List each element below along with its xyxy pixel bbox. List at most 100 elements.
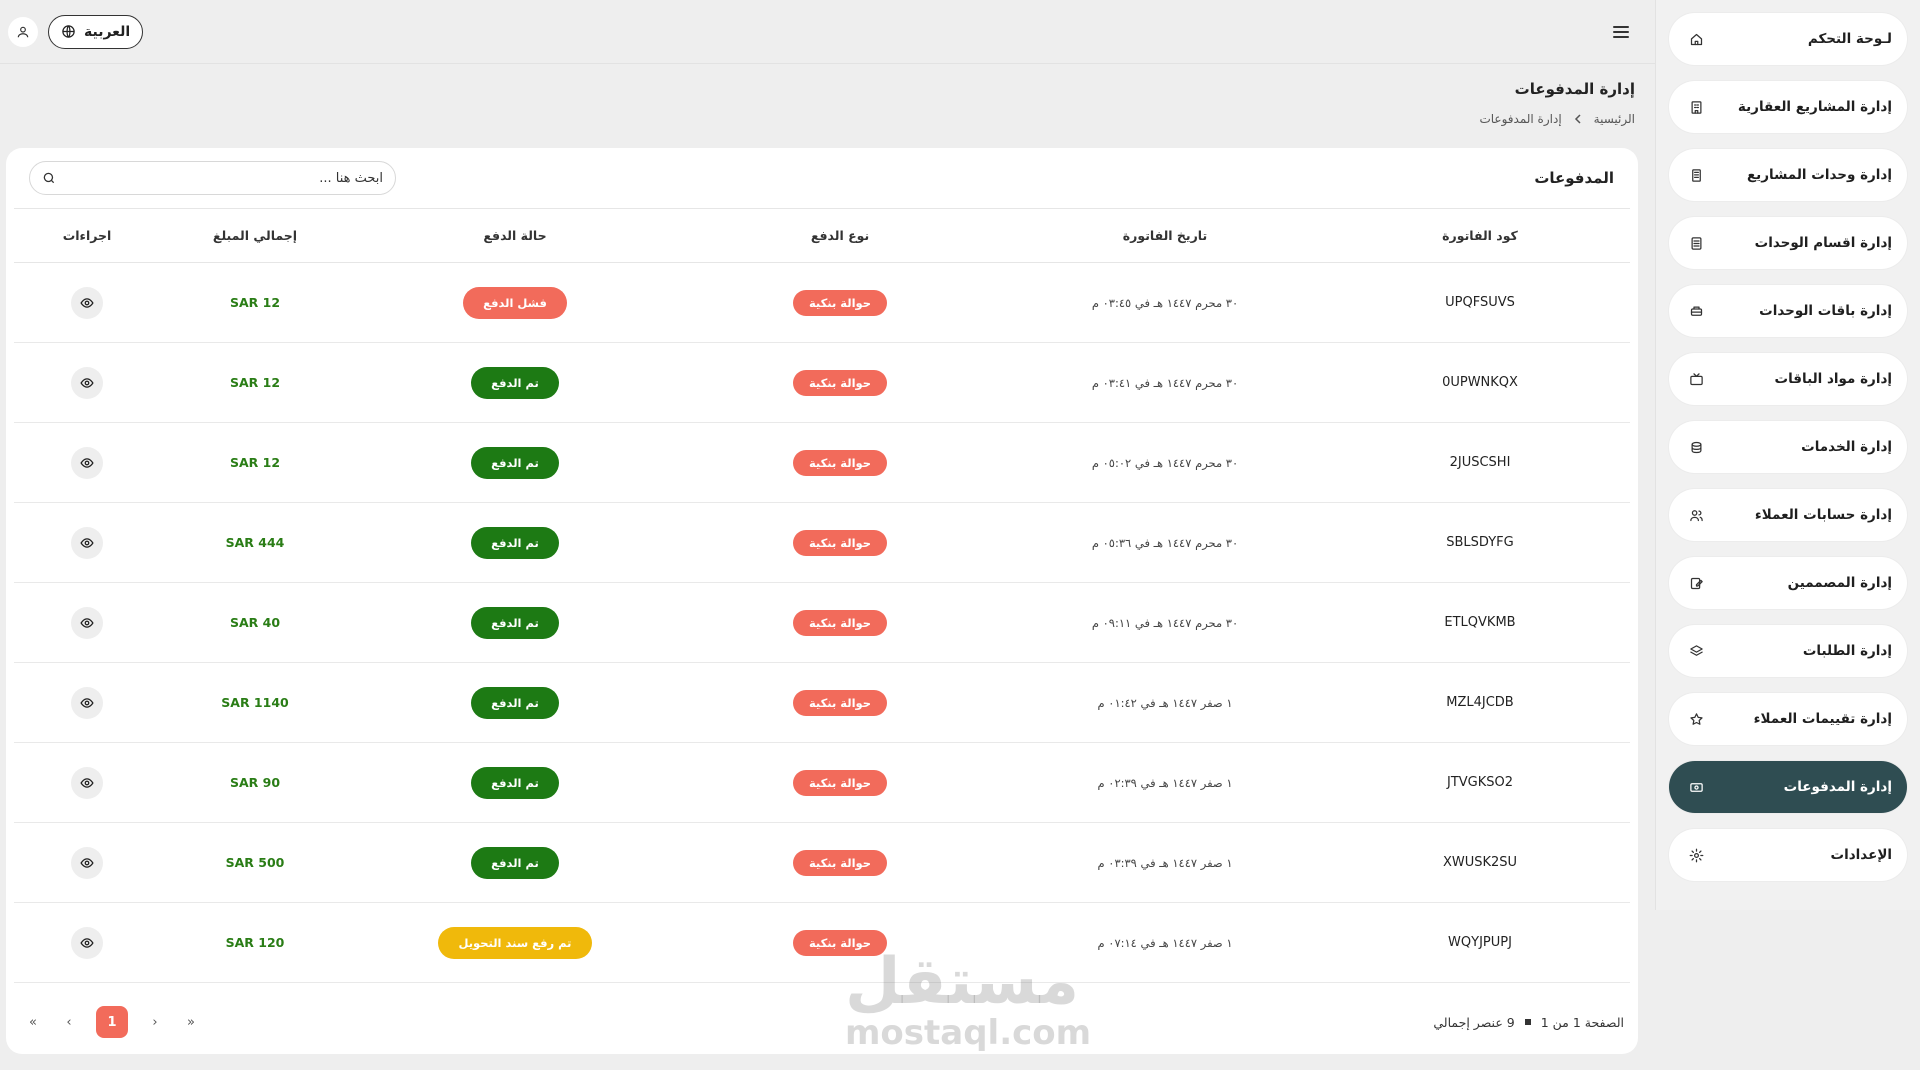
home-icon <box>1687 30 1705 48</box>
sidebar-item-units[interactable]: إدارة وحدات المشاريع <box>1669 149 1907 201</box>
sidebar-item-home[interactable]: لـوحة التحكم <box>1669 13 1907 65</box>
invoice-code: ETLQVKMB <box>1444 615 1516 630</box>
sidebar-item-label: إدارة اقسام الوحدات <box>1754 235 1892 251</box>
actions-cell <box>14 343 160 423</box>
sidebar-item-service[interactable]: إدارة الخدمات <box>1669 421 1907 473</box>
total-amount: SAR 12 <box>229 295 281 310</box>
breadcrumb: الرئيسية إدارة المدفوعات <box>1479 112 1635 126</box>
language-switcher[interactable]: العربية <box>48 14 144 49</box>
payment-type-cell: حوالة بنكية <box>680 263 1000 343</box>
column-header-date[interactable]: تاريخ الفاتورة <box>1000 209 1330 263</box>
view-details-button[interactable] <box>71 686 103 719</box>
table-row: JTVGKSO2 ١ صفر ١٤٤٧ هـ في ٠٢:٣٩ م حوالة بن… <box>14 743 1630 823</box>
table-row: MZL4JCDB ١ صفر ١٤٤٧ هـ في ٠١:٤٢ م حوالة بن… <box>14 663 1630 743</box>
sidebar: لـوحة التحكم إدارة المشاريع العقارية إدارة… <box>1655 0 1920 910</box>
actions-cell <box>14 263 160 343</box>
previous-page-button[interactable]: ‹ <box>60 1015 78 1030</box>
total-amount: SAR 40 <box>229 615 281 630</box>
invoice-code: 2JUSCSHI <box>1449 455 1511 470</box>
sidebar-item-label: إدارة المشاريع العقارية <box>1737 99 1892 115</box>
view-details-button[interactable] <box>71 526 103 559</box>
sidebar-item-users[interactable]: إدارة حسابات العملاء <box>1669 489 1907 541</box>
eye-icon <box>80 537 94 548</box>
eye-icon <box>80 617 94 628</box>
table-row: ETLQVKMB ٣٠ محرم ١٤٤٧ هـ في ٠٩:١١ م حوالة … <box>14 583 1630 663</box>
payment-type-badge: حوالة بنكية <box>792 369 888 396</box>
star-icon <box>1687 710 1705 728</box>
payment-status-badge: تم الدفع <box>471 366 559 399</box>
view-details-button[interactable] <box>71 446 103 479</box>
sidebar-item-list[interactable]: إدارة اقسام الوحدات <box>1669 217 1907 269</box>
sidebar-item-tv[interactable]: إدارة مواد الباقات <box>1669 353 1907 405</box>
total-amount: SAR 120 <box>225 935 285 950</box>
page-number-button[interactable]: 1 <box>96 1006 128 1038</box>
invoice-date: ٣٠ محرم ١٤٤٧ هـ في ٠٩:١١ م <box>1091 615 1239 630</box>
invoice-code: WQYJPUPJ <box>1448 935 1512 950</box>
breadcrumb-home-link[interactable]: الرئيسية <box>1594 112 1635 126</box>
last-page-button[interactable]: » <box>182 1015 200 1030</box>
eye-icon <box>80 377 94 388</box>
menu-toggle-button[interactable] <box>1607 18 1635 46</box>
table-row: 2JUSCSHI ٣٠ محرم ١٤٤٧ هـ في ٠٥:٠٢ م حوالة … <box>14 423 1630 503</box>
table-footer: الصفحة 1 من 1 9 عنصر إجمالي « ‹ 1 › » <box>6 990 1638 1054</box>
sidebar-item-package[interactable]: إدارة باقات الوحدات <box>1669 285 1907 337</box>
globe-icon <box>62 25 75 38</box>
eye-icon <box>80 857 94 868</box>
view-details-button[interactable] <box>71 366 103 399</box>
search-icon <box>43 172 55 184</box>
sidebar-item-label: إدارة المصممين <box>1787 575 1892 591</box>
payment-type-cell: حوالة بنكية <box>680 423 1000 503</box>
column-header-code[interactable]: كود الفاتورة <box>1330 209 1630 263</box>
sidebar-item-building[interactable]: إدارة المشاريع العقارية <box>1669 81 1907 133</box>
payment-status-cell: تم الدفع <box>350 423 680 503</box>
sidebar-item-label: إدارة الخدمات <box>1801 439 1892 455</box>
payment-status-cell: تم الدفع <box>350 743 680 823</box>
next-page-button[interactable]: › <box>146 1015 164 1030</box>
table-row: XWUSK2SU ١ صفر ١٤٤٧ هـ في ٠٣:٣٩ م حوالة بن… <box>14 823 1630 903</box>
view-details-button[interactable] <box>71 766 103 799</box>
sidebar-item-payment[interactable]: إدارة المدفوعات <box>1669 761 1907 813</box>
payment-status-cell: تم الدفع <box>350 823 680 903</box>
actions-cell <box>14 663 160 743</box>
table-body: UPQFSUVS ٣٠ محرم ١٤٤٧ هـ في ٠٣:٤٥ م حوالة … <box>14 263 1630 983</box>
payments-card: المدفوعات كود الفاتورة تاريخ الفاتورة نو… <box>6 148 1638 1054</box>
payment-type-badge: حوالة بنكية <box>792 449 888 476</box>
first-page-button[interactable]: « <box>24 1015 42 1030</box>
total-items-text: 9 عنصر إجمالي <box>1433 1014 1515 1030</box>
column-header-type[interactable]: نوع الدفع <box>680 209 1000 263</box>
actions-cell <box>14 903 160 983</box>
view-details-button[interactable] <box>71 846 103 879</box>
column-header-amount[interactable]: إجمالي المبلغ <box>160 209 350 263</box>
column-header-status[interactable]: حالة الدفع <box>350 209 680 263</box>
sidebar-item-layers[interactable]: إدارة الطلبات <box>1669 625 1907 677</box>
invoice-date: ٣٠ محرم ١٤٤٧ هـ في ٠٣:٤١ م <box>1091 375 1239 390</box>
sidebar-item-gear[interactable]: الإعدادات <box>1669 829 1907 881</box>
sidebar-item-designer[interactable]: إدارة المصممين <box>1669 557 1907 609</box>
payment-status-badge: تم الدفع <box>471 606 559 639</box>
pagination: « ‹ 1 › » <box>24 1006 200 1038</box>
actions-cell <box>14 583 160 663</box>
payment-status-badge: تم الدفع <box>471 526 559 559</box>
view-details-button[interactable] <box>71 286 103 319</box>
eye-icon <box>80 457 94 468</box>
search-input[interactable] <box>64 170 383 186</box>
actions-cell <box>14 743 160 823</box>
view-details-button[interactable] <box>71 926 103 959</box>
payment-status-badge: تم الدفع <box>471 846 559 879</box>
payment-type-badge: حوالة بنكية <box>792 609 888 636</box>
payment-status-cell: تم الدفع <box>350 583 680 663</box>
user-profile-button[interactable] <box>8 16 38 47</box>
invoice-code: JTVGKSO2 <box>1446 775 1514 790</box>
sidebar-item-label: إدارة المدفوعات <box>1783 779 1892 795</box>
payment-type-badge: حوالة بنكية <box>792 289 888 316</box>
building-icon <box>1687 98 1705 116</box>
sidebar-item-star[interactable]: إدارة تقييمات العملاء <box>1669 693 1907 745</box>
view-details-button[interactable] <box>71 606 103 639</box>
sidebar-item-label: إدارة مواد الباقات <box>1774 371 1892 387</box>
page-info-text: الصفحة 1 من 1 <box>1540 1014 1624 1030</box>
separator-dot <box>1524 1019 1531 1025</box>
payment-icon <box>1687 778 1705 796</box>
total-amount: SAR 12 <box>229 455 281 470</box>
invoice-code: 0UPWNKQX <box>1442 375 1518 390</box>
invoice-date: ١ صفر ١٤٤٧ هـ في ٠٧:١٤ م <box>1097 935 1233 950</box>
